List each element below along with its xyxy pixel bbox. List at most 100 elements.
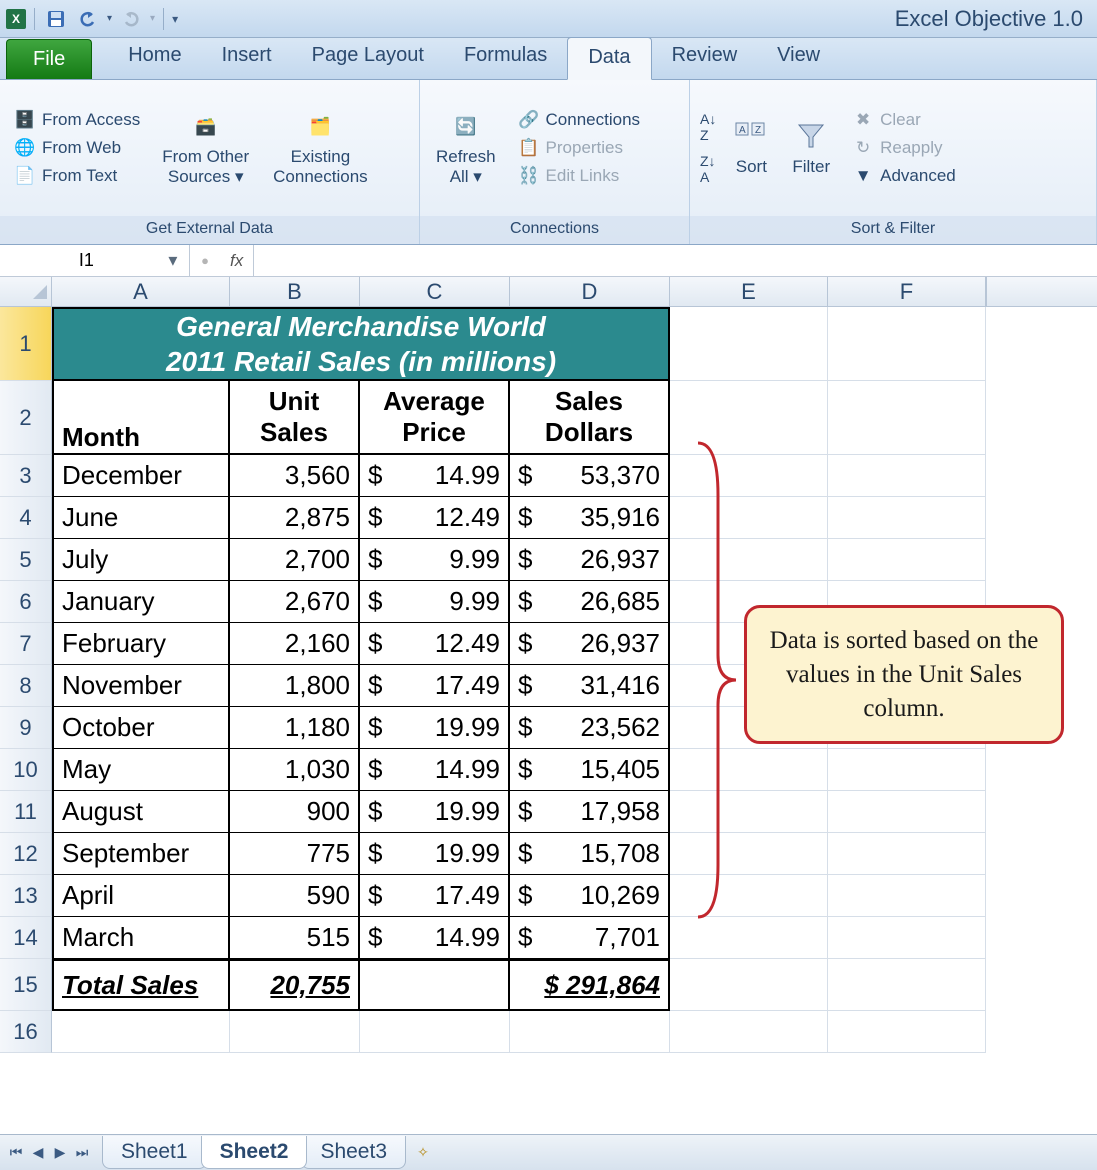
row-10[interactable]: 10: [0, 749, 52, 791]
row-6[interactable]: 6: [0, 581, 52, 623]
tab-nav-last[interactable]: ⏭: [72, 1144, 92, 1161]
filter-button[interactable]: Filter: [786, 115, 836, 181]
cell[interactable]: 20,755: [230, 959, 360, 1011]
cell[interactable]: 2,875: [230, 497, 360, 539]
select-all-corner[interactable]: [0, 277, 52, 306]
row-5[interactable]: 5: [0, 539, 52, 581]
row-9[interactable]: 9: [0, 707, 52, 749]
tab-insert[interactable]: Insert: [202, 36, 292, 79]
row-7[interactable]: 7: [0, 623, 52, 665]
cell[interactable]: $15,405: [510, 749, 670, 791]
cell[interactable]: $26,937: [510, 539, 670, 581]
cell[interactable]: 590: [230, 875, 360, 917]
cell[interactable]: [828, 791, 986, 833]
cell[interactable]: [360, 1011, 510, 1053]
cell[interactable]: December: [52, 455, 230, 497]
cell[interactable]: [828, 749, 986, 791]
sort-button[interactable]: AZSort: [728, 115, 774, 181]
cell[interactable]: AveragePrice: [360, 381, 510, 455]
cell[interactable]: [360, 959, 510, 1011]
cell[interactable]: $17,958: [510, 791, 670, 833]
name-box-input[interactable]: [8, 250, 165, 271]
tab-page-layout[interactable]: Page Layout: [292, 36, 444, 79]
cell[interactable]: Month: [52, 381, 230, 455]
cell[interactable]: 1,800: [230, 665, 360, 707]
cell[interactable]: $12.49: [360, 497, 510, 539]
cell[interactable]: February: [52, 623, 230, 665]
row-1[interactable]: 1: [0, 307, 52, 381]
cell[interactable]: $23,562: [510, 707, 670, 749]
cell[interactable]: $9.99: [360, 539, 510, 581]
col-C[interactable]: C: [360, 277, 510, 306]
row-4[interactable]: 4: [0, 497, 52, 539]
row-14[interactable]: 14: [0, 917, 52, 959]
cell[interactable]: [510, 1011, 670, 1053]
sort-desc-button[interactable]: Z↓A: [700, 153, 716, 185]
cell[interactable]: [670, 307, 828, 381]
cell[interactable]: Total Sales: [52, 959, 230, 1011]
cell[interactable]: [230, 1011, 360, 1053]
cell[interactable]: $19.99: [360, 833, 510, 875]
tab-nav-next[interactable]: ▶: [50, 1144, 70, 1161]
from-access-button[interactable]: 🗄️From Access: [10, 107, 144, 133]
undo-button[interactable]: [75, 6, 101, 32]
col-F[interactable]: F: [828, 277, 986, 306]
sheet-tab-sheet1[interactable]: Sheet1: [102, 1136, 207, 1169]
cell[interactable]: March: [52, 917, 230, 959]
from-web-button[interactable]: 🌐From Web: [10, 135, 144, 161]
cell[interactable]: April: [52, 875, 230, 917]
new-sheet-button[interactable]: ✧: [408, 1144, 438, 1161]
cell[interactable]: $31,416: [510, 665, 670, 707]
cell[interactable]: [828, 833, 986, 875]
cell[interactable]: $ 291,864: [510, 959, 670, 1011]
tab-nav-prev[interactable]: ◀: [28, 1144, 48, 1161]
cell[interactable]: August: [52, 791, 230, 833]
cell[interactable]: 775: [230, 833, 360, 875]
cell[interactable]: [828, 875, 986, 917]
cell[interactable]: July: [52, 539, 230, 581]
cell[interactable]: 2,670: [230, 581, 360, 623]
cell[interactable]: $12.49: [360, 623, 510, 665]
from-other-sources-button[interactable]: 🗃️From Other Sources ▾: [156, 105, 255, 190]
tab-home[interactable]: Home: [108, 36, 201, 79]
cell[interactable]: [828, 307, 986, 381]
cell[interactable]: $35,916: [510, 497, 670, 539]
cell[interactable]: 900: [230, 791, 360, 833]
cell[interactable]: September: [52, 833, 230, 875]
tab-nav-first[interactable]: ⏮: [6, 1144, 26, 1161]
cell[interactable]: [828, 917, 986, 959]
row-3[interactable]: 3: [0, 455, 52, 497]
cell[interactable]: 3,560: [230, 455, 360, 497]
col-D[interactable]: D: [510, 277, 670, 306]
cell[interactable]: [828, 497, 986, 539]
cell[interactable]: October: [52, 707, 230, 749]
row-15[interactable]: 15: [0, 959, 52, 1011]
cell[interactable]: [828, 381, 986, 455]
fx-label[interactable]: fx: [220, 251, 253, 271]
cell[interactable]: [828, 455, 986, 497]
cell[interactable]: [670, 959, 828, 1011]
from-text-button[interactable]: 📄From Text: [10, 163, 144, 189]
cell[interactable]: November: [52, 665, 230, 707]
cell[interactable]: $15,708: [510, 833, 670, 875]
cell[interactable]: $7,701: [510, 917, 670, 959]
cell[interactable]: 2,160: [230, 623, 360, 665]
row-2[interactable]: 2: [0, 381, 52, 455]
cell[interactable]: May: [52, 749, 230, 791]
cell[interactable]: $14.99: [360, 917, 510, 959]
tab-formulas[interactable]: Formulas: [444, 36, 567, 79]
file-tab[interactable]: File: [6, 39, 92, 79]
formula-bar[interactable]: [253, 245, 1097, 276]
sheet-tab-sheet2[interactable]: Sheet2: [201, 1136, 308, 1169]
col-E[interactable]: E: [670, 277, 828, 306]
cell[interactable]: $14.99: [360, 455, 510, 497]
cell[interactable]: $26,937: [510, 623, 670, 665]
existing-connections-button[interactable]: 🗂️Existing Connections: [267, 105, 374, 190]
row-8[interactable]: 8: [0, 665, 52, 707]
cell[interactable]: $19.99: [360, 707, 510, 749]
name-box[interactable]: ▾: [0, 245, 190, 276]
name-box-dropdown[interactable]: ▾: [165, 250, 181, 271]
cell[interactable]: 2,700: [230, 539, 360, 581]
col-A[interactable]: A: [52, 277, 230, 306]
cell[interactable]: 1,180: [230, 707, 360, 749]
